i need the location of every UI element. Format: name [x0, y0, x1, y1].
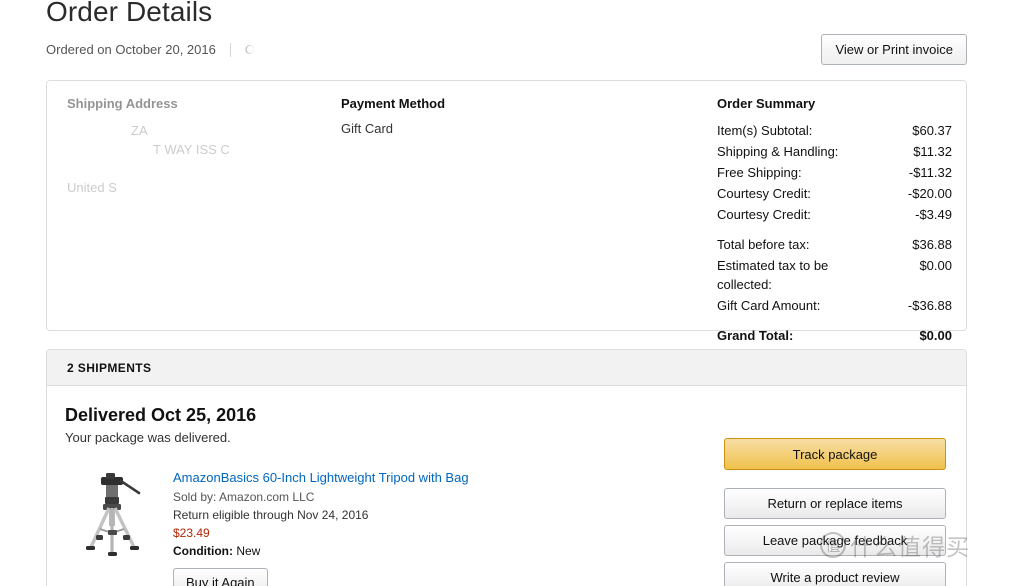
summary-row: Courtesy Credit: -$3.49 — [717, 205, 952, 224]
address-line-3 — [67, 159, 347, 178]
ordered-on-text: Ordered on October 20, 2016 — [46, 42, 216, 57]
delivery-status-title: Delivered Oct 25, 2016 — [65, 405, 257, 425]
order-item-info: AmazonBasics 60-Inch Lightweight Tripod … — [173, 467, 469, 586]
shipping-address-section: Shipping Address ZA T WAY ISS C United S — [67, 96, 347, 197]
item-price: $23.49 — [173, 526, 210, 540]
summary-value: -$3.49 — [915, 207, 952, 222]
summary-value: $0.00 — [919, 258, 952, 273]
summary-label: Free Shipping: — [717, 165, 802, 180]
summary-value: -$20.00 — [907, 186, 952, 201]
summary-row: Shipping & Handling: $11.32 — [717, 142, 952, 161]
summary-row: Item(s) Subtotal: $60.37 — [717, 121, 952, 140]
address-line-4: United S — [67, 180, 117, 195]
summary-value: -$36.88 — [907, 298, 952, 313]
order-details-page: Order Details Ordered on October 20, 201… — [0, 0, 1024, 586]
summary-label: Gift Card Amount: — [717, 298, 821, 313]
summary-label: Estimated tax to be collected: — [717, 258, 829, 292]
meta-divider — [229, 42, 231, 57]
summary-value: -$11.32 — [908, 165, 952, 180]
condition-label: Condition: — [173, 544, 233, 558]
sold-by-text: Sold by: Amazon.com LLC — [173, 490, 315, 504]
summary-value: $36.88 — [912, 237, 952, 252]
return-or-replace-items-button[interactable]: Return or replace items — [724, 488, 946, 519]
order-summary-panel: Shipping Address ZA T WAY ISS C United S… — [46, 80, 967, 343]
address-line-1: ZA — [131, 123, 148, 138]
summary-label: Total before tax: — [717, 237, 810, 252]
buy-it-again-button[interactable]: Buy it Again — [173, 568, 268, 586]
summary-row: Courtesy Credit: -$20.00 — [717, 184, 952, 203]
condition-value: New — [236, 544, 261, 558]
grand-total-row: Grand Total: $0.00 — [717, 326, 952, 345]
payment-method-value: Gift Card — [341, 121, 394, 136]
order-meta: Ordered on October 20, 2016 Ord — [46, 42, 267, 57]
order-number-text: Ord — [244, 42, 267, 57]
summary-row: Free Shipping: -$11.32 — [717, 163, 952, 182]
payment-method-section: Payment Method Gift Card — [341, 96, 701, 136]
grand-total-value: $0.00 — [919, 328, 952, 343]
summary-row: Total before tax: $36.88 — [717, 235, 952, 254]
shipments-header: 2 SHIPMENTS — [47, 350, 966, 386]
write-a-product-review-button[interactable]: Write a product review — [724, 562, 946, 586]
summary-label: Item(s) Subtotal: — [717, 123, 813, 138]
track-package-button[interactable]: Track package — [724, 438, 946, 470]
shipment-actions: Track package Return or replace items Le… — [724, 438, 946, 586]
summary-value: $11.32 — [913, 144, 952, 159]
view-or-print-invoice-button[interactable]: View or Print invoice — [821, 34, 967, 65]
order-summary-heading: Order Summary — [717, 96, 816, 111]
tripod-product-image[interactable] — [65, 467, 165, 567]
address-line-2: T WAY ISS C — [153, 142, 230, 157]
shipping-address-heading: Shipping Address — [67, 96, 178, 111]
shipments-panel: 2 SHIPMENTS Delivered Oct 25, 2016 Your … — [46, 349, 967, 586]
summary-label: Courtesy Credit: — [717, 186, 811, 201]
summary-label: Courtesy Credit: — [717, 207, 811, 222]
leave-package-feedback-button[interactable]: Leave package feedback — [724, 525, 946, 556]
shipment-body: Delivered Oct 25, 2016 Your package was … — [47, 386, 966, 586]
shipping-address-block: ZA T WAY ISS C United S — [67, 121, 347, 197]
summary-row: Gift Card Amount: -$36.88 — [717, 296, 952, 315]
summary-value: $60.37 — [912, 123, 952, 138]
payment-method-heading: Payment Method — [341, 96, 446, 111]
return-eligibility-text: Return eligible through Nov 24, 2016 — [173, 508, 369, 522]
grand-total-label: Grand Total: — [717, 328, 794, 343]
summary-label: Shipping & Handling: — [717, 144, 839, 159]
page-title: Order Details — [46, 0, 213, 27]
summary-row: Estimated tax to be collected: $0.00 — [717, 256, 952, 294]
item-condition: Condition: New — [173, 544, 469, 558]
order-summary-section: Order Summary Item(s) Subtotal: $60.37 S… — [717, 96, 952, 347]
product-title-link[interactable]: AmazonBasics 60-Inch Lightweight Tripod … — [173, 469, 469, 486]
